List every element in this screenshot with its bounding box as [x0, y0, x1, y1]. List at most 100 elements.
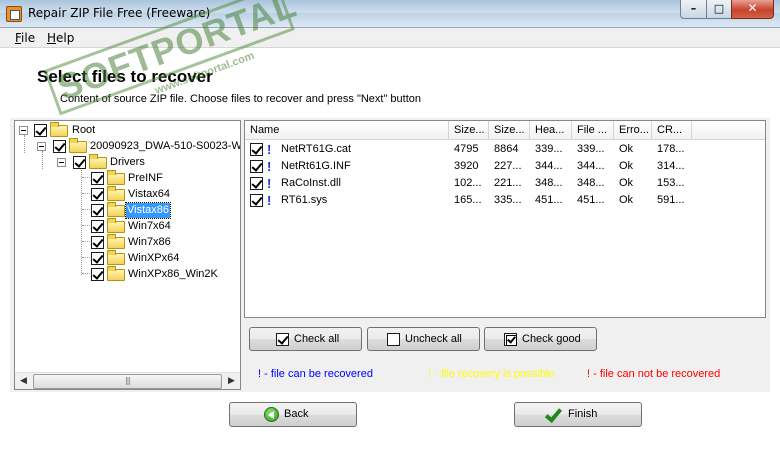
collapse-icon[interactable] — [19, 126, 28, 135]
minimize-button[interactable]: – — [680, 0, 707, 19]
menu-help-rest: elp — [56, 31, 75, 45]
folder-icon — [69, 138, 87, 153]
column-header-name[interactable]: Name — [245, 121, 449, 140]
check-all-label: Check all — [294, 333, 340, 345]
tree-node-winxpx64[interactable]: WinXPx64 — [15, 250, 240, 267]
file-row[interactable]: ! RaCoInst.dll 102... 221... 348... 348.… — [245, 175, 765, 192]
column-header-size-2[interactable]: Size... — [489, 121, 530, 140]
file-header: 348... — [535, 177, 563, 189]
column-header-size[interactable]: Size... — [449, 121, 489, 140]
column-header-header[interactable]: Hea... — [530, 121, 572, 140]
file-file: 451... — [577, 194, 605, 206]
menu-help-accel: H — [47, 31, 57, 45]
tree-checkbox[interactable] — [91, 236, 104, 249]
folder-icon — [107, 202, 125, 217]
scroll-right-icon[interactable]: ▶ — [223, 373, 240, 389]
file-size: 102... — [454, 177, 482, 189]
scroll-thumb[interactable] — [33, 374, 222, 389]
back-label: Back — [284, 408, 309, 420]
file-row[interactable]: ! RT61.sys 165... 335... 451... 451... O… — [245, 192, 765, 209]
file-file: 344... — [577, 160, 605, 172]
tree-node-package[interactable]: 20090923_DWA-510-S0023-WW — [15, 138, 240, 155]
file-name: RT61.sys — [281, 194, 328, 206]
file-checkbox[interactable] — [250, 194, 263, 207]
uncheck-all-button[interactable]: Uncheck all — [367, 327, 480, 351]
tree-node-label: Drivers — [110, 156, 145, 168]
tree-checkbox[interactable] — [91, 252, 104, 265]
back-button[interactable]: Back — [229, 402, 357, 427]
tree-node-win7x64[interactable]: Win7x64 — [15, 218, 240, 235]
column-header-file[interactable]: File ... — [572, 121, 614, 140]
check-good-button[interactable]: Check good — [484, 327, 597, 351]
tree-checkbox[interactable] — [53, 140, 66, 153]
tree-checkbox[interactable] — [91, 268, 104, 281]
file-crc: 178... — [657, 143, 685, 155]
tree-checkbox[interactable] — [91, 188, 104, 201]
app-icon[interactable] — [6, 6, 22, 22]
folder-icon — [107, 250, 125, 265]
tree-node-label: Root — [72, 124, 96, 136]
checkbox-good-icon — [504, 333, 517, 346]
page-subtitle: Content of source ZIP file. Choose files… — [60, 93, 422, 105]
menu-help[interactable]: Help — [47, 31, 74, 45]
maximize-icon: □ — [713, 2, 725, 15]
column-header-errors[interactable]: Erro... — [614, 121, 652, 140]
minimize-icon: – — [690, 2, 697, 15]
tree-node-label: Win7x64 — [128, 220, 171, 232]
tree-node-vistax64[interactable]: Vistax64 — [15, 186, 240, 203]
collapse-icon[interactable] — [57, 158, 66, 167]
collapse-icon[interactable] — [37, 142, 46, 151]
folder-icon — [107, 170, 125, 185]
close-button[interactable]: ✕ — [731, 0, 774, 19]
tree-node-win7x86[interactable]: Win7x86 — [15, 234, 240, 251]
check-all-button[interactable]: Check all — [249, 327, 362, 351]
tree-node-root[interactable]: Root — [15, 122, 240, 139]
maximize-button[interactable]: □ — [706, 0, 732, 19]
file-header: 344... — [535, 160, 563, 172]
folder-icon — [107, 186, 125, 201]
scroll-left-icon[interactable]: ◀ — [15, 373, 32, 389]
tree-checkbox[interactable] — [91, 172, 104, 185]
file-checkbox[interactable] — [250, 160, 263, 173]
file-row[interactable]: ! NetRT61G.cat 4795 8864 339... 339... O… — [245, 141, 765, 158]
legend-possible: ! - file recovery is possible — [428, 368, 555, 380]
check-good-label: Check good — [522, 333, 581, 345]
finish-button[interactable]: Finish — [514, 402, 642, 427]
file-size-2: 221... — [494, 177, 522, 189]
file-checkbox[interactable] — [250, 177, 263, 190]
tree-checkbox[interactable] — [91, 220, 104, 233]
status-recoverable-icon: ! — [267, 193, 272, 208]
legend-recoverable: ! - file can be recovered — [258, 368, 373, 380]
tree-node-winxpx86[interactable]: WinXPx86_Win2K — [15, 266, 240, 283]
file-header: 451... — [535, 194, 563, 206]
tree-node-preinf[interactable]: PreINF — [15, 170, 240, 187]
tree-checkbox[interactable] — [34, 124, 47, 137]
folder-icon — [107, 218, 125, 233]
column-header-crc[interactable]: CR... — [652, 121, 692, 140]
tree-horizontal-scrollbar[interactable]: ◀ ▶ — [15, 372, 240, 389]
file-crc: 591... — [657, 194, 685, 206]
folder-icon — [50, 122, 68, 137]
file-list[interactable]: Name Size... Size... Hea... File ... Err… — [244, 120, 766, 318]
menu-file[interactable]: File — [15, 31, 35, 45]
tree-node-vistax86[interactable]: Vistax86 — [15, 202, 240, 219]
title-bar[interactable]: Repair ZIP File Free (Freeware) – □ ✕ — [0, 0, 780, 28]
tree-node-drivers[interactable]: Drivers — [15, 154, 240, 171]
uncheck-all-label: Uncheck all — [405, 333, 462, 345]
menu-file-rest: ile — [21, 31, 36, 45]
file-checkbox[interactable] — [250, 143, 263, 156]
file-name: NetRt61G.INF — [281, 160, 351, 172]
page-title: Select files to recover — [37, 67, 213, 86]
file-errors: Ok — [619, 143, 634, 155]
file-row[interactable]: ! NetRt61G.INF 3920 227... 344... 344...… — [245, 158, 765, 175]
tree-checkbox[interactable] — [91, 204, 104, 217]
checkbox-checked-icon — [276, 333, 289, 346]
folder-icon — [107, 234, 125, 249]
window-title: Repair ZIP File Free (Freeware) — [28, 6, 211, 20]
file-errors: Ok — [619, 194, 634, 206]
tree-node-label: Vistax64 — [128, 188, 170, 200]
folder-tree[interactable]: Root 20090923_DWA-510-S0023-WW Drivers P… — [14, 120, 241, 390]
file-size: 3920 — [454, 160, 479, 172]
tree-checkbox[interactable] — [73, 156, 86, 169]
back-arrow-icon — [264, 407, 279, 422]
